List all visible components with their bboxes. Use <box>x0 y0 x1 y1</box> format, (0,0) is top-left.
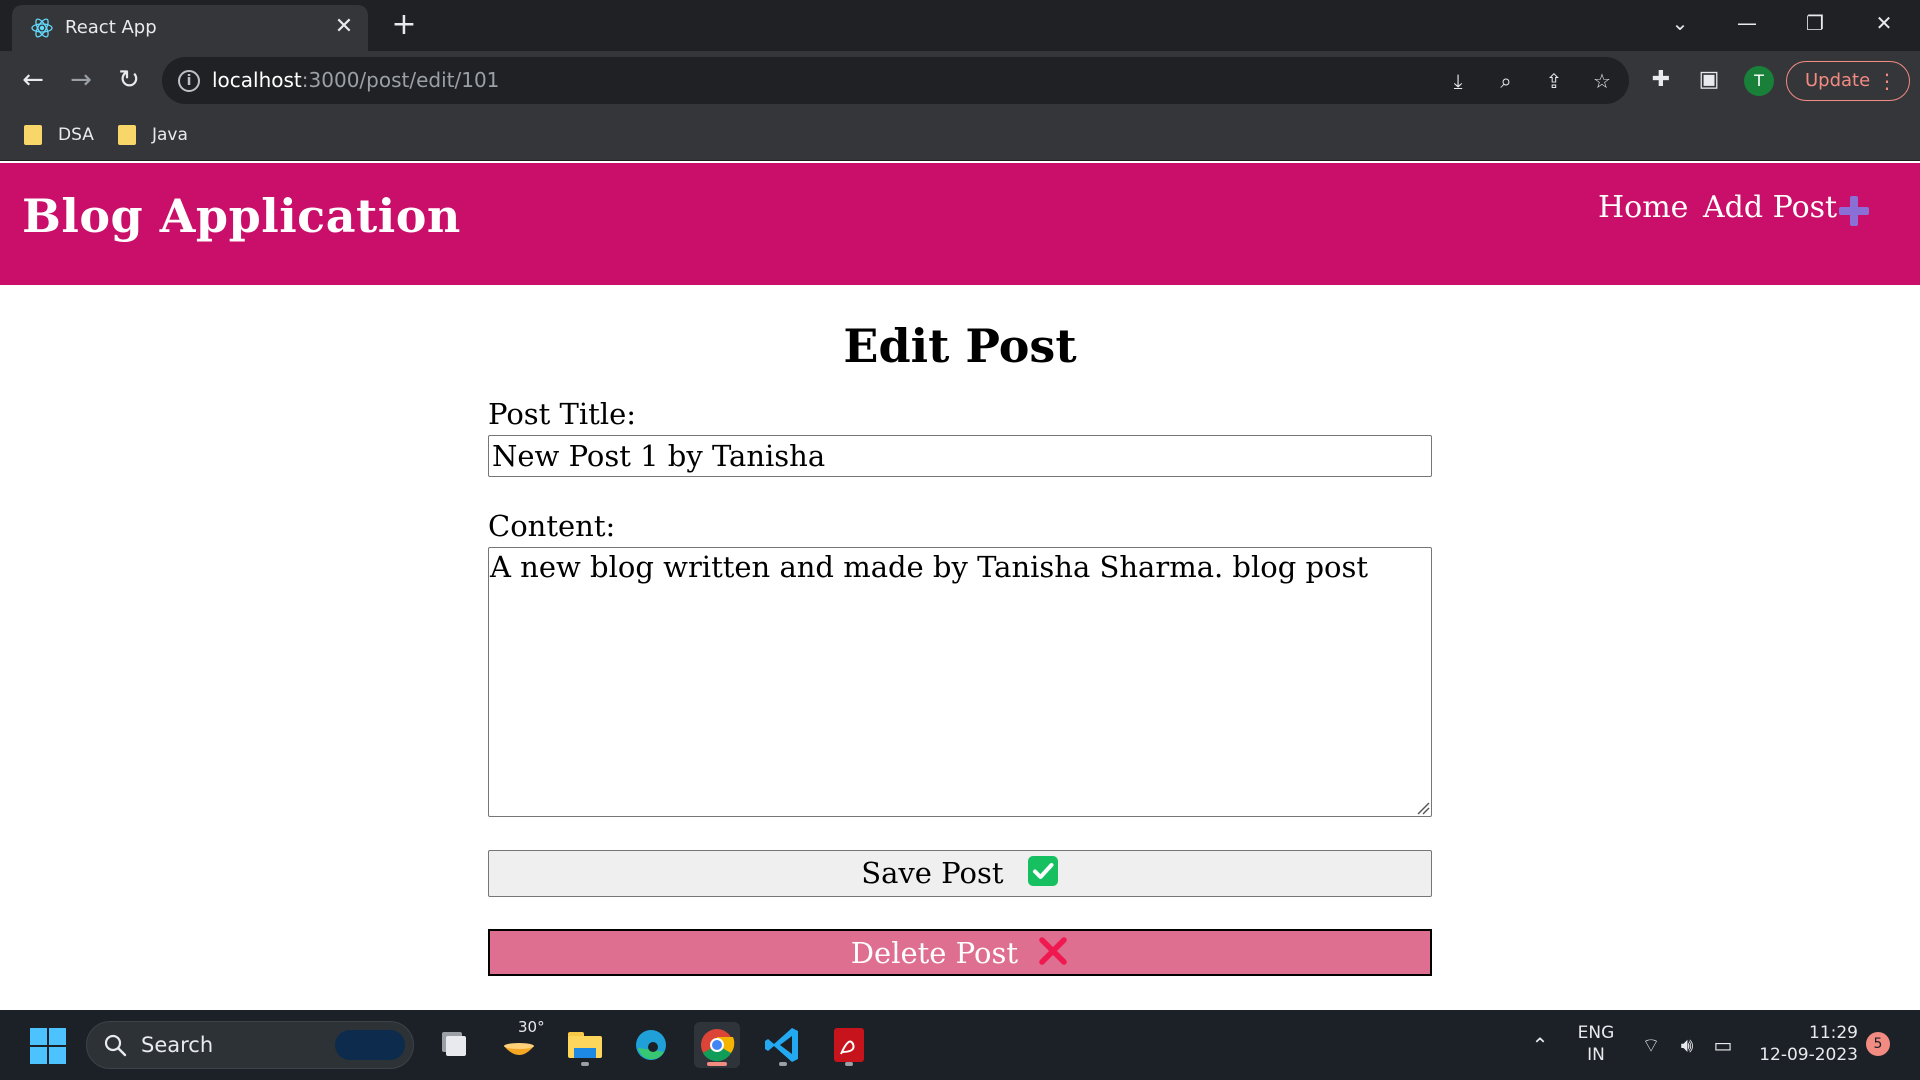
plus-icon[interactable] <box>1837 194 1871 228</box>
running-indicator <box>845 1062 853 1066</box>
side-panel-icon[interactable]: ▣ <box>1694 65 1724 95</box>
react-favicon-icon <box>31 18 53 38</box>
clock[interactable]: 11:29 12-09-2023 <box>1754 1022 1858 1066</box>
nav-home-link[interactable]: Home <box>1598 190 1688 225</box>
tab-search-chevron-icon[interactable]: ⌄ <box>1660 6 1700 40</box>
nav-add-post-link[interactable]: Add Post <box>1703 190 1837 225</box>
bookmark-label: DSA <box>58 125 94 145</box>
clock-time: 11:29 <box>1809 1023 1858 1043</box>
content-label: Content: <box>488 509 616 543</box>
acrobat-app[interactable] <box>826 1022 872 1068</box>
task-view-icon <box>442 1032 466 1056</box>
app-header: Blog Application Home Add Post <box>0 163 1920 285</box>
brand-title[interactable]: Blog Application <box>22 189 461 243</box>
weather-widget[interactable]: 30° <box>496 1018 545 1068</box>
clock-date: 12-09-2023 <box>1759 1045 1858 1065</box>
install-app-icon[interactable]: ⤓ <box>1444 67 1472 95</box>
running-indicator <box>779 1062 787 1066</box>
edit-post-page: Edit Post Post Title: Content: A new blo… <box>0 285 1920 1010</box>
share-icon[interactable]: ⇪ <box>1540 67 1568 95</box>
chrome-app[interactable] <box>694 1022 740 1068</box>
language-code: ENG <box>1577 1023 1615 1043</box>
task-view-app[interactable] <box>430 1022 476 1068</box>
profile-avatar[interactable]: T <box>1744 66 1774 96</box>
wifi-icon[interactable]: ⌔ <box>1638 1032 1664 1058</box>
post-title-label: Post Title: <box>488 397 637 431</box>
tab-close-icon[interactable]: ✕ <box>330 13 358 41</box>
folder-icon <box>24 125 42 145</box>
browser-tab-strip: React App ✕ + ⌄ — ❐ ✕ <box>0 0 1920 51</box>
file-explorer-app[interactable] <box>562 1022 608 1068</box>
zoom-out-icon[interactable]: ⌕ <box>1492 67 1520 95</box>
search-icon <box>104 1034 127 1057</box>
url-text[interactable]: localhost:3000/post/edit/101 <box>212 68 499 92</box>
running-indicator <box>581 1062 589 1066</box>
check-mark-icon <box>1027 856 1058 886</box>
volume-icon[interactable]: 🔊︎ <box>1674 1032 1700 1058</box>
language-indicator[interactable]: ENG IN <box>1574 1022 1618 1066</box>
bookmark-label: Java <box>152 125 188 145</box>
tab-title: React App <box>65 17 157 38</box>
windows-start-icon[interactable] <box>30 1028 66 1064</box>
bookmark-folder-java[interactable]: Java <box>118 123 188 147</box>
bookmarks-bar: DSA Java <box>0 109 1920 161</box>
cross-mark-icon <box>1039 937 1067 965</box>
extensions-puzzle-icon[interactable]: ✚ <box>1646 65 1676 95</box>
new-tab-plus-icon[interactable]: + <box>388 9 420 41</box>
reload-icon[interactable]: ↻ <box>113 64 145 96</box>
browser-toolbar: ← → ↻ i localhost:3000/post/edit/101 ⤓ ⌕… <box>0 51 1920 109</box>
back-arrow-icon[interactable]: ← <box>17 64 49 96</box>
resize-grip-icon[interactable] <box>1414 799 1430 815</box>
address-bar[interactable]: i localhost:3000/post/edit/101 ⤓ ⌕ ⇪ ☆ <box>162 57 1629 104</box>
delete-post-label: Delete Post <box>850 936 1018 970</box>
active-indicator <box>707 1062 727 1066</box>
search-placeholder: Search <box>141 1033 214 1057</box>
update-label: Update <box>1805 70 1871 91</box>
window-minimize-icon[interactable]: — <box>1727 6 1767 40</box>
windows-taskbar: Search 30° ⌃ ENG IN ⌔ 🔊︎ ▭ 11:29 12-09-2… <box>0 1010 1920 1080</box>
bookmark-star-icon[interactable]: ☆ <box>1588 67 1616 95</box>
region-code: IN <box>1587 1045 1605 1065</box>
forward-arrow-icon[interactable]: → <box>65 64 97 96</box>
url-host: localhost <box>212 68 302 92</box>
edge-icon <box>636 1030 666 1060</box>
post-title-input[interactable] <box>488 435 1432 477</box>
url-path: :3000/post/edit/101 <box>301 68 500 92</box>
menu-dots-icon: ⋮ <box>1877 69 1897 93</box>
show-hidden-icons-chevron-icon[interactable]: ⌃ <box>1527 1032 1553 1058</box>
search-highlight-badge <box>335 1030 405 1060</box>
vscode-app[interactable] <box>760 1022 806 1068</box>
site-info-icon[interactable]: i <box>178 70 200 92</box>
save-post-button[interactable]: Save Post <box>488 850 1432 897</box>
taskbar-search-box[interactable]: Search <box>86 1021 414 1069</box>
window-close-icon[interactable]: ✕ <box>1864 6 1904 40</box>
browser-tab-active[interactable]: React App ✕ <box>12 5 368 51</box>
folder-icon <box>118 125 136 145</box>
notification-badge[interactable]: 5 <box>1866 1032 1890 1056</box>
weather-temp: 30° <box>518 1018 545 1036</box>
page-title: Edit Post <box>843 319 1077 373</box>
bookmark-folder-dsa[interactable]: DSA <box>24 123 94 147</box>
save-post-label: Save Post <box>861 856 1004 890</box>
update-button[interactable]: Update ⋮ <box>1786 61 1910 101</box>
edge-app[interactable] <box>628 1022 674 1068</box>
window-restore-icon[interactable]: ❐ <box>1795 6 1835 40</box>
battery-icon[interactable]: ▭ <box>1710 1032 1736 1058</box>
delete-post-button[interactable]: Delete Post <box>488 929 1432 976</box>
content-textarea[interactable]: A new blog written and made by Tanisha S… <box>488 547 1432 817</box>
